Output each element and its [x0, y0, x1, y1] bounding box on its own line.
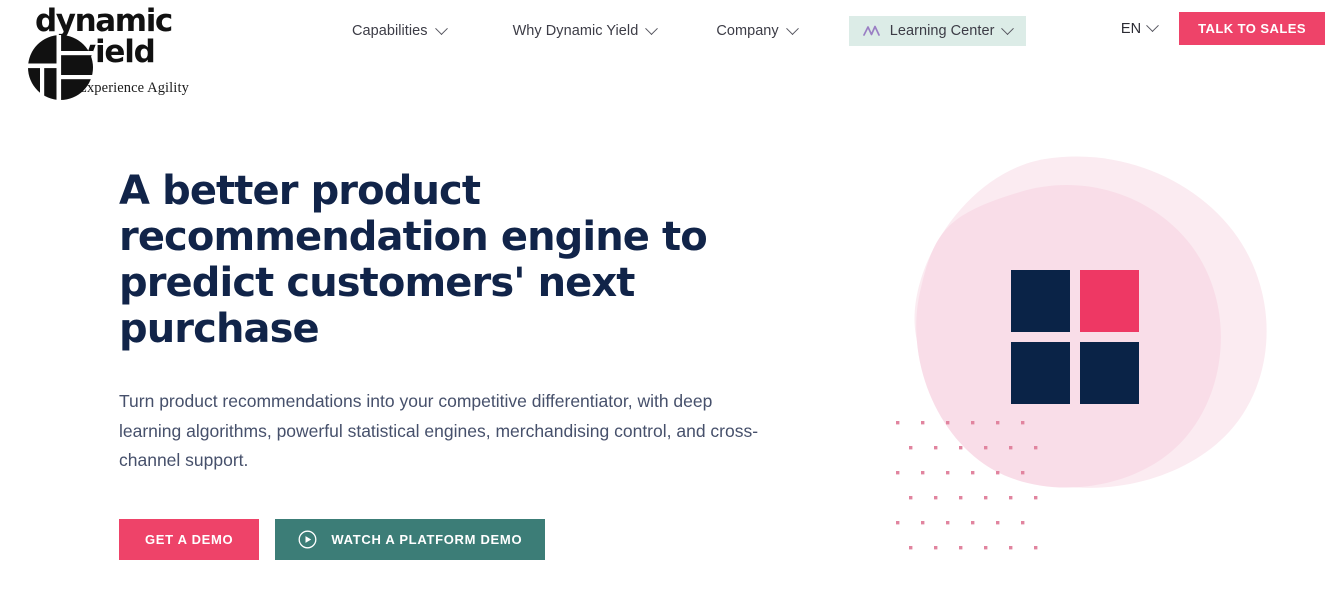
square-bottom-left — [1011, 342, 1070, 404]
logo-tagline: Experience Agility — [78, 80, 189, 96]
chevron-down-icon — [645, 21, 659, 35]
get-a-demo-button[interactable]: GET A DEMO — [119, 518, 260, 560]
language-selector[interactable]: EN — [1120, 19, 1159, 37]
chevron-down-icon — [434, 21, 448, 35]
wave-chart-icon — [862, 25, 880, 36]
watch-platform-demo-button[interactable]: WATCH A PLATFORM DEMO — [275, 518, 546, 560]
brand-logo[interactable]: dynamic yield Experience Agility — [14, 4, 214, 104]
play-circle-icon — [298, 530, 317, 548]
watch-platform-demo-label: WATCH A PLATFORM DEMO — [331, 531, 523, 547]
nav-item-label: Why Dynamic Yield — [512, 23, 639, 39]
nav-item-why-dynamic-yield[interactable]: Why Dynamic Yield — [501, 16, 669, 46]
square-top-right — [1080, 270, 1139, 332]
hero-cta-group: GET A DEMO WATCH A PLATFORM DEMO — [119, 518, 819, 560]
dynamic-yield-circle-mark-icon — [28, 35, 93, 100]
page-title: A better product recommendation engine t… — [119, 168, 708, 352]
primary-navigation: Capabilities Why Dynamic Yield Company L… — [340, 16, 1027, 46]
talk-to-sales-button[interactable]: TALK TO SALES — [1179, 12, 1325, 45]
nav-item-learning-center[interactable]: Learning Center — [848, 16, 1027, 46]
nav-item-label: Company — [716, 23, 779, 39]
nav-item-company[interactable]: Company — [704, 16, 808, 46]
language-label: EN — [1120, 20, 1142, 37]
chevron-down-icon — [1146, 19, 1159, 33]
page-root: dynamic yield Experience Agility Capabil… — [0, 0, 1343, 615]
logo-text-dynamic: dynamic — [35, 3, 173, 39]
nav-item-capabilities[interactable]: Capabilities — [340, 16, 458, 46]
hero-square-grid — [1011, 270, 1141, 404]
chevron-down-icon — [785, 21, 799, 35]
nav-item-label: Learning Center — [889, 23, 995, 39]
chevron-down-icon — [1001, 21, 1015, 35]
hero-subtitle: Turn product recommendations into your c… — [119, 391, 759, 470]
header-right-cluster: EN TALK TO SALES — [1121, 12, 1325, 45]
square-top-left — [1011, 270, 1070, 332]
square-bottom-right — [1080, 342, 1139, 404]
nav-item-label: Capabilities — [352, 23, 428, 39]
hero-content: A better product recommendation engine t… — [119, 168, 819, 560]
site-header: dynamic yield Experience Agility Capabil… — [0, 0, 1343, 110]
